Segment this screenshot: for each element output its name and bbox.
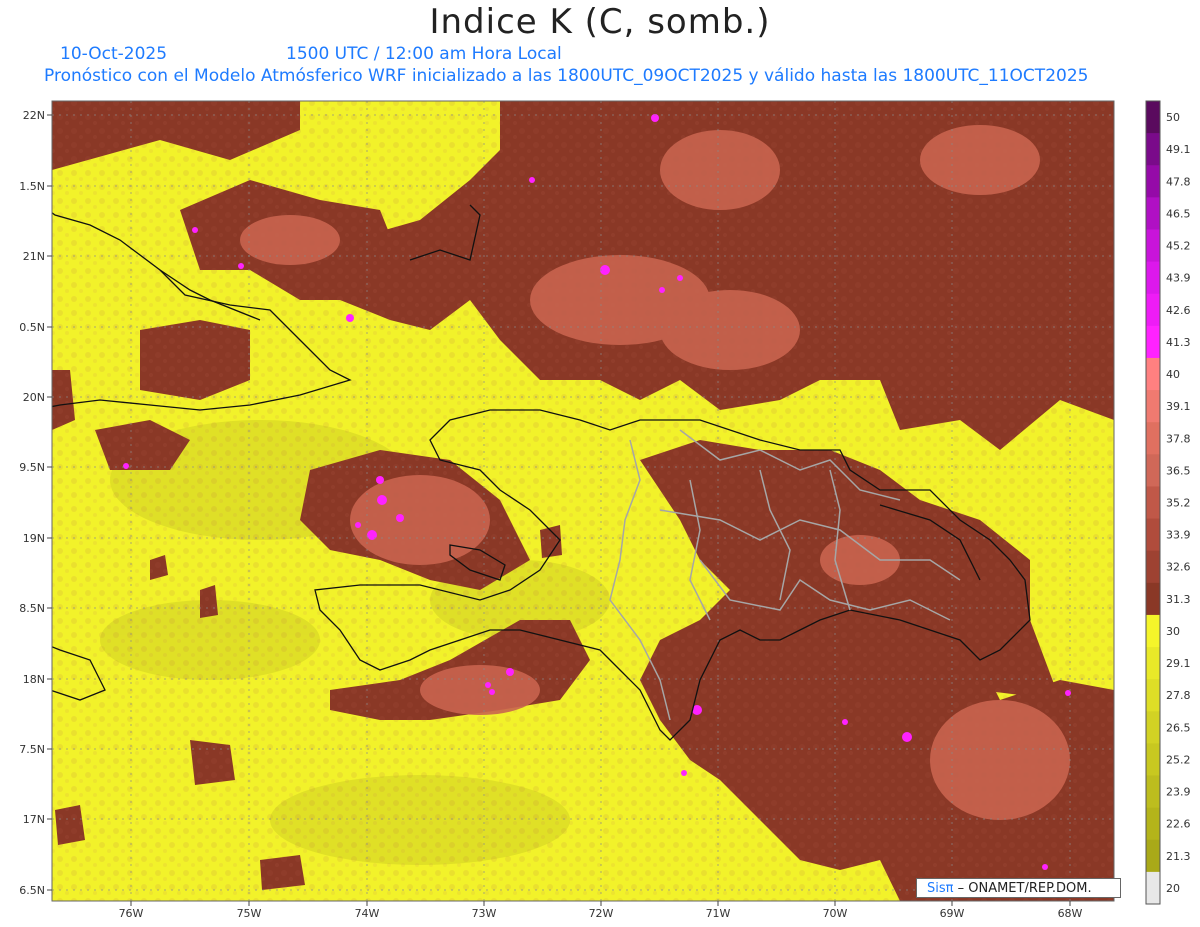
colorbar-segment [1146,614,1160,648]
lat-tick-label: 22N [23,109,45,122]
lon-tick-label: 72W [589,907,614,920]
colorbar-segment [1146,839,1160,873]
colorbar-segment [1146,871,1160,905]
colorbar-label: 20 [1166,882,1180,895]
colorbar-segment [1146,743,1160,777]
colorbar-label: 23.9 [1166,786,1191,799]
colorbar-segment [1146,357,1160,391]
colorbar-segment [1146,229,1160,263]
colorbar-segment [1146,325,1160,359]
texture-overlay [52,101,1114,901]
map-plot-area [52,101,1114,901]
credit-box: Sisπ – ONAMET/REP.DOM. [916,878,1121,898]
colorbar-label: 35.2 [1166,497,1191,510]
colorbar-segment [1146,454,1160,487]
colorbar-segment [1146,582,1160,616]
colorbar-label: 22.6 [1166,818,1191,831]
lon-tick-label: 69W [940,907,965,920]
lat-tick-label: 7.5N [19,743,45,756]
colorbar-segment [1146,165,1160,198]
lat-tick-label: 21N [23,250,45,263]
lat-tick-label: 19N [23,532,45,545]
credit-sis: Sisπ [927,881,954,896]
colorbar: 50 49.1 47.8 46.5 45.2 43.9 42.6 41.3 40 39.1 37.8… [1145,100,1191,905]
lon-tick-label: 71W [706,907,731,920]
colorbar-label: 46.5 [1166,207,1191,220]
colorbar-segment [1146,293,1160,327]
lat-tick-label: 18N [23,673,45,686]
colorbar-label: 40 [1166,368,1180,381]
colorbar-label: 41.3 [1166,336,1191,349]
colorbar-label: 50 [1166,111,1180,124]
colorbar-label: 43.9 [1166,272,1191,285]
colorbar-label: 31.3 [1166,593,1191,606]
colorbar-label: 29.1 [1166,657,1191,670]
colorbar-label: 33.9 [1166,529,1191,542]
colorbar-segment [1146,518,1160,552]
lon-tick-label: 74W [355,907,380,920]
lon-tick-label: 75W [237,907,262,920]
lat-tick-label: 20N [23,391,45,404]
colorbar-label: 30 [1166,625,1180,638]
map-figure: 76W 75W 74W 73W 72W 71W 70W 69W 68W 22N 1.5N 21N 0.… [19,100,1191,920]
colorbar-label: 37.8 [1166,432,1191,445]
colorbar-segment [1146,261,1160,295]
colorbar-label: 49.1 [1166,143,1191,156]
colorbar-segment [1146,679,1160,712]
lon-tick-label: 68W [1058,907,1083,920]
lon-tick-label: 76W [119,907,144,920]
colorbar-segment [1146,647,1160,680]
colorbar-label: 32.6 [1166,561,1191,574]
colorbar-segment [1146,101,1160,134]
colorbar-label: 25.2 [1166,753,1191,766]
colorbar-label: 39.1 [1166,400,1191,413]
colorbar-label: 26.5 [1166,721,1191,734]
colorbar-segment [1146,775,1160,809]
colorbar-segment [1146,807,1160,841]
lon-tick-label: 70W [823,907,848,920]
colorbar-segment [1146,486,1160,520]
colorbar-segment [1146,197,1160,230]
colorbar-segment [1146,550,1160,584]
colorbar-label: 42.6 [1166,304,1191,317]
lat-tick-label: 8.5N [19,602,45,615]
colorbar-label: 21.3 [1166,850,1191,863]
credit-org: – ONAMET/REP.DOM. [957,881,1092,896]
lat-tick-label: 6.5N [19,884,45,897]
lat-tick-label: 0.5N [19,321,45,334]
lat-tick-label: 1.5N [19,180,45,193]
colorbar-segment [1146,390,1160,423]
colorbar-label: 27.8 [1166,689,1191,702]
colorbar-label: 45.2 [1166,240,1191,253]
latitude-ticks: 22N 1.5N 21N 0.5N 20N 9.5N 19N 8.5N 18N 7.5N 17N 6.… [19,109,52,897]
colorbar-label: 47.8 [1166,175,1191,188]
colorbar-segment [1146,133,1160,166]
lon-tick-label: 73W [472,907,497,920]
lat-tick-label: 9.5N [19,461,45,474]
longitude-ticks: 76W 75W 74W 73W 72W 71W 70W 69W 68W [119,901,1083,920]
colorbar-segment [1146,422,1160,455]
lat-tick-label: 17N [23,813,45,826]
colorbar-label: 36.5 [1166,464,1191,477]
colorbar-segment [1146,711,1160,744]
